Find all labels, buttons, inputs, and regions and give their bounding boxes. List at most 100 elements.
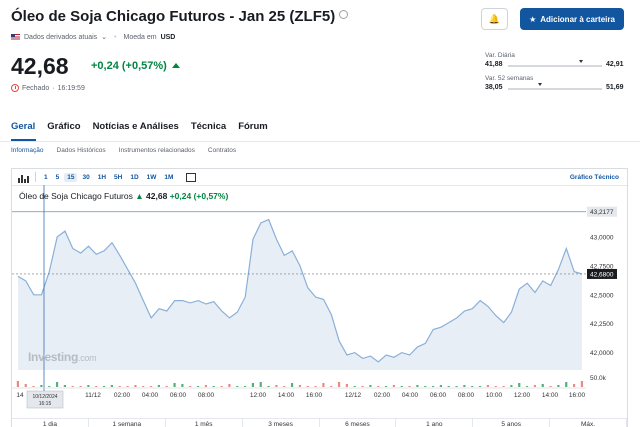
- volume-bar: [87, 385, 90, 387]
- x-tick-label: 04:00: [142, 392, 159, 399]
- volume-bar: [79, 386, 82, 387]
- volume-bar: [557, 385, 560, 387]
- x-tick-label: 14:00: [278, 392, 295, 399]
- time-range-bar: 1 dia 1 semana 1 mês 3 meses 6 meses 1 a…: [12, 418, 627, 427]
- volume-bar: [478, 386, 482, 387]
- volume-bar: [142, 386, 145, 387]
- x-tick-label: 02:00: [374, 392, 391, 399]
- watermark-suffix: .com: [77, 353, 97, 363]
- range-6-months[interactable]: 6 meses: [320, 419, 397, 427]
- volume-bar: [63, 385, 66, 387]
- investing-watermark: Investing.com: [28, 350, 97, 364]
- volume-bar: [510, 385, 513, 387]
- volume-bar: [502, 386, 505, 387]
- x-tick-label: 12/12: [345, 392, 362, 399]
- y-tick-label: 42,5000: [590, 292, 614, 299]
- volume-bar: [361, 386, 364, 387]
- x-tick-label: 12:00: [250, 392, 267, 399]
- range-3-months[interactable]: 3 meses: [243, 419, 320, 427]
- range-max[interactable]: Máx.: [550, 419, 627, 427]
- volume-bar: [463, 385, 466, 387]
- volume-bar: [572, 384, 576, 387]
- volume-bar: [518, 383, 521, 387]
- cursor-date-label: 10/12/2024: [32, 394, 57, 400]
- volume-bar: [408, 386, 411, 387]
- x-tick-label: 14:00: [542, 392, 559, 399]
- volume-bar: [220, 386, 223, 387]
- x-tick-label: 14: [16, 392, 24, 399]
- volume-bar: [259, 382, 262, 387]
- volume-bar: [48, 386, 51, 387]
- volume-bar: [16, 381, 19, 387]
- volume-bar: [533, 385, 536, 387]
- volume-bar: [455, 386, 458, 387]
- volume-bar: [275, 385, 278, 387]
- range-1-year[interactable]: 1 ano: [396, 419, 474, 427]
- y-tick-label: 42,2500: [590, 321, 614, 328]
- volume-bar: [134, 385, 137, 387]
- x-tick-label: 06:00: [430, 392, 447, 399]
- watermark-brand: Investing: [28, 350, 78, 364]
- volume-bar: [314, 386, 317, 387]
- volume-bar: [580, 381, 583, 387]
- volume-bar: [212, 386, 215, 387]
- volume-axis-label: 50.0k: [590, 375, 607, 382]
- x-tick-label: 11/12: [85, 392, 101, 399]
- x-tick-label: 02:00: [114, 392, 131, 399]
- volume-bar: [424, 386, 427, 387]
- volume-bar: [32, 386, 35, 387]
- volume-bar: [298, 385, 301, 387]
- volume-bar: [40, 385, 43, 387]
- range-1-month[interactable]: 1 mês: [166, 419, 243, 427]
- y-tick-label: 42,0000: [590, 350, 614, 357]
- range-1-week[interactable]: 1 semana: [89, 419, 166, 427]
- volume-bar: [283, 386, 286, 387]
- volume-bar: [377, 386, 380, 387]
- volume-bar: [471, 386, 474, 387]
- x-tick-label: 04:00: [402, 392, 419, 399]
- x-tick-label: 08:00: [198, 392, 215, 399]
- volume-bar: [71, 386, 74, 387]
- volume-bar: [110, 385, 113, 387]
- volume-bar: [196, 386, 200, 387]
- volume-bar: [267, 386, 270, 387]
- volume-bar: [541, 384, 544, 387]
- volume-bar: [181, 384, 184, 387]
- volume-bar: [306, 386, 309, 387]
- volume-bar: [392, 385, 395, 387]
- volume-bar: [353, 386, 356, 387]
- volume-bar: [549, 386, 552, 387]
- range-1-day[interactable]: 1 dia: [12, 419, 89, 427]
- x-tick-label: 08:00: [458, 392, 475, 399]
- volume-bar: [126, 386, 129, 387]
- y-tick-label: 43,0000: [590, 234, 614, 241]
- x-tick-label: 16:00: [306, 392, 323, 399]
- volume-bar: [204, 385, 207, 387]
- volume-bar: [236, 386, 239, 387]
- volume-bar: [102, 386, 106, 387]
- volume-bar: [24, 384, 27, 387]
- range-5-years[interactable]: 5 anos: [473, 419, 551, 427]
- volume-bar: [322, 383, 325, 387]
- x-tick-label: 16:00: [569, 392, 586, 399]
- volume-bar: [486, 385, 489, 387]
- volume-bar: [400, 386, 403, 387]
- volume-bar: [118, 386, 121, 387]
- volume-bar: [243, 386, 247, 387]
- volume-bar: [447, 386, 450, 387]
- volume-bar: [431, 386, 435, 387]
- volume-bar: [525, 386, 529, 387]
- volume-bar: [439, 385, 442, 387]
- volume-bar: [369, 385, 372, 387]
- y-highlight-label: 43,2177: [590, 209, 614, 216]
- volume-bar: [173, 383, 176, 387]
- x-tick-label: 06:00: [170, 392, 187, 399]
- volume-bar: [337, 382, 341, 387]
- x-tick-label: 12:00: [514, 392, 531, 399]
- y-highlight-label: 42,6800: [590, 271, 614, 278]
- volume-bar: [330, 386, 333, 387]
- volume-bar: [384, 386, 388, 387]
- volume-bar: [95, 386, 98, 387]
- volume-bar: [565, 382, 568, 387]
- volume-bar: [165, 386, 168, 387]
